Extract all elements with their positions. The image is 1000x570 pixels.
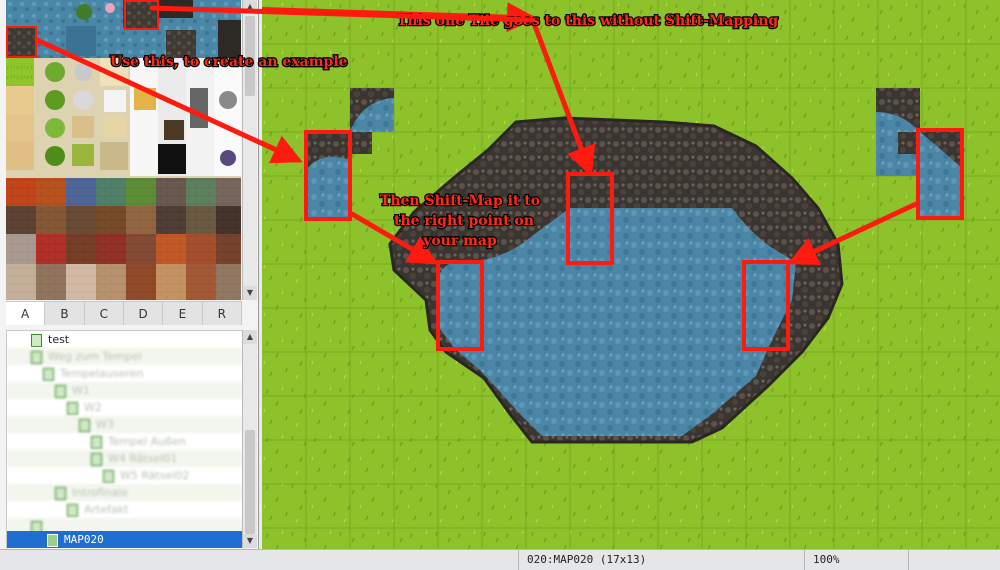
map-icon [43,367,54,381]
map-icon [55,486,66,500]
tree-item-label: W4 Rätsel01 [108,452,178,465]
tree-item[interactable]: Tempel Außen [7,433,243,450]
tree-scrollbar[interactable]: ▲ ▼ [242,330,257,548]
tileset-tabs: A B C D E R [6,301,242,325]
tree-item-selected[interactable]: MAP020 [7,531,243,548]
tab-a[interactable]: A [6,301,46,325]
status-zoom: 100% [804,550,909,570]
map-icon [47,533,58,547]
annotation-left: Use this, to create an example [262,54,348,70]
map-icon [67,401,78,415]
tree-item[interactable]: W3 [7,416,243,433]
map-icon [55,384,66,398]
scroll-up-icon[interactable]: ▲ [243,330,257,344]
tree-item-label: W1 [72,384,90,397]
annotation-middle-3: your map [422,233,497,249]
annotation-top: This one Tile goes to this without Shift… [397,13,778,29]
map-icon [91,435,102,449]
status-bar: 020:MAP020 (17x13) 100% [0,549,1000,570]
tileset-palette[interactable] [6,0,241,300]
map-icon [67,503,78,517]
tree-item-label: test [48,333,70,346]
tree-item[interactable]: Tempelauseren [7,365,243,382]
tab-c[interactable]: C [84,301,124,325]
annotation-middle-2: the right point on [394,213,534,229]
tree-item-label: W2 [84,401,102,414]
tree-item-label: W3 [96,418,114,431]
tab-e[interactable]: E [163,301,203,325]
left-panel: ▲ ▼ A B C D E R test Weg zum Tempel Tempel… [0,0,259,550]
tree-item-label: Tempelauseren [60,367,144,380]
map-icon [31,333,42,347]
scroll-down-icon[interactable]: ▼ [243,534,257,548]
tree-item-label: Artefakt [84,503,129,516]
tileset-image [6,0,241,300]
tree-item-label: Weg zum Tempel [48,350,142,363]
tree-item-label: W5 Rätsel02 [120,469,190,482]
scroll-thumb[interactable] [245,16,255,96]
tab-d[interactable]: D [123,301,164,325]
tree-item-label: Introfinale [72,486,129,499]
scroll-down-icon[interactable]: ▼ [243,286,257,300]
tree-item[interactable]: Introfinale [7,484,243,501]
map-icon [103,469,114,483]
scroll-up-icon[interactable]: ▲ [243,0,257,14]
map-icon [79,418,90,432]
tree-item-label: Tempel Außen [108,435,186,448]
tree-item-label: MAP020 [64,533,104,546]
tree-item[interactable]: test [7,331,243,348]
tab-r[interactable]: R [202,301,242,325]
map-icon [91,452,102,466]
tree-item[interactable]: Artefakt [7,501,243,518]
map-canvas[interactable]: This one Tile goes to this without Shift… [262,0,1000,549]
annotation-middle-1: Then Shift-Map it to [380,193,540,209]
tree-item[interactable]: W1 [7,382,243,399]
palette-scrollbar[interactable]: ▲ ▼ [242,0,257,300]
status-map-info: 020:MAP020 (17x13) [518,550,797,570]
scroll-thumb[interactable] [245,430,255,534]
tree-item[interactable]: Weg zum Tempel [7,348,243,365]
tab-b[interactable]: B [45,301,85,325]
map-icon [31,350,42,364]
tree-item[interactable]: W2 [7,399,243,416]
map-tree[interactable]: test Weg zum Tempel Tempelauseren W1 W2 W3 Tem… [6,330,244,550]
status-extra [908,550,1000,570]
tree-item[interactable]: W4 Rätsel01 [7,450,243,467]
tree-item[interactable]: W5 Rätsel02 [7,467,243,484]
map-view: This one Tile goes to this without Shift… [262,0,1000,549]
